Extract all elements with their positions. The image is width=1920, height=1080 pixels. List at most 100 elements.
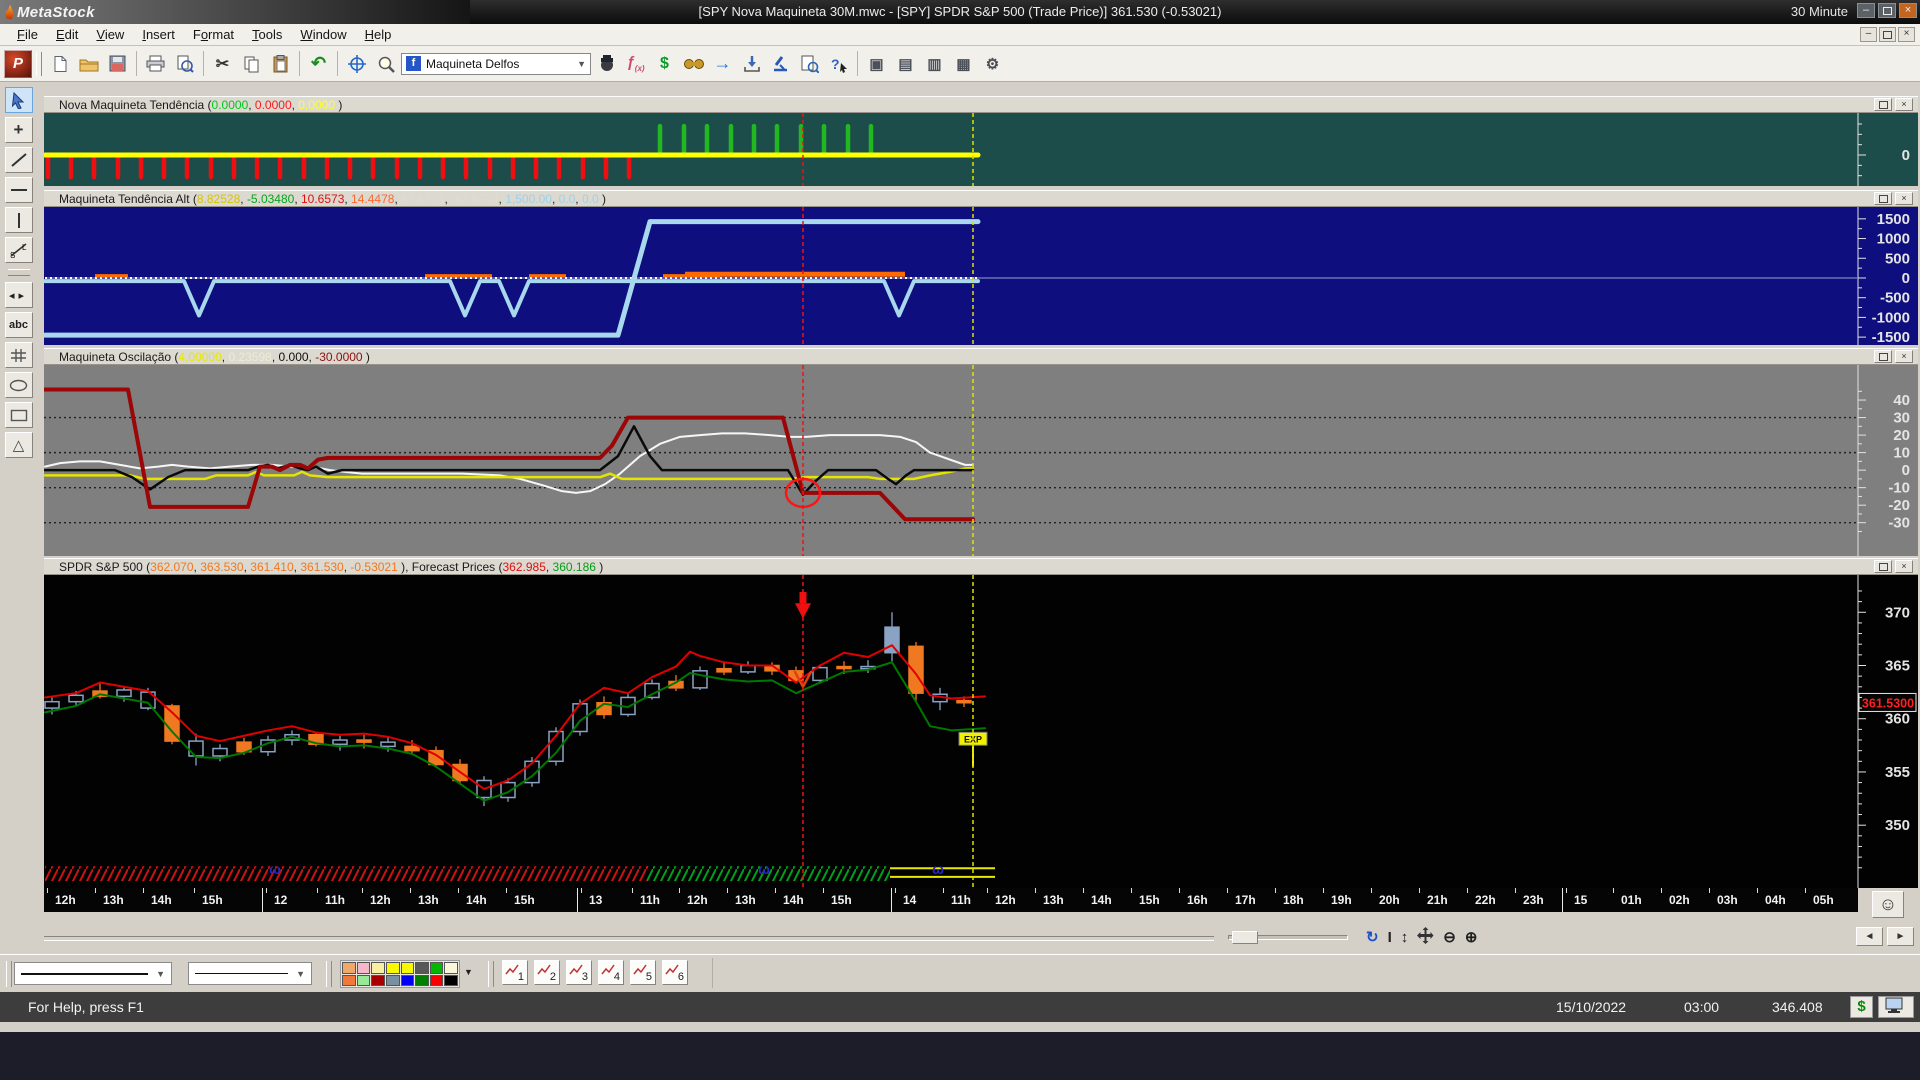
semilog-line-tool[interactable]: SL — [5, 237, 33, 263]
p3-plot[interactable]: 403020100-10-20-30 — [44, 365, 1918, 556]
panel-close-button[interactable]: × — [1895, 98, 1913, 111]
refresh-icon[interactable]: ↻ — [1366, 928, 1379, 946]
toolbar-grip[interactable] — [6, 961, 12, 987]
panel-close-button[interactable]: × — [1895, 192, 1913, 205]
oscillator-chart[interactable]: 403020100-10-20-30 — [44, 365, 1918, 556]
mdi-minimize-button[interactable]: – — [1860, 27, 1877, 42]
pointer-tool[interactable] — [5, 87, 33, 113]
cut-button[interactable]: ✂ — [209, 50, 236, 77]
rectangle-tool[interactable] — [5, 402, 33, 428]
downloader-button[interactable] — [738, 50, 765, 77]
zoom-slider-thumb[interactable] — [1232, 931, 1258, 944]
expert-advisor-button[interactable] — [593, 50, 620, 77]
crosshair-tool[interactable]: + — [5, 117, 33, 143]
panel-close-button[interactable]: × — [1895, 350, 1913, 363]
crosshair-target-button[interactable] — [343, 50, 370, 77]
mdi-close-button[interactable]: × — [1898, 27, 1915, 42]
menu-view[interactable]: View — [87, 25, 133, 44]
trend-alt-indicator-chart[interactable]: 150010005000-500-1000-1500 — [44, 207, 1918, 345]
palette-dropdown-icon[interactable]: ▼ — [464, 967, 473, 977]
panel-close-button[interactable]: × — [1895, 560, 1913, 573]
window-cascade-button[interactable]: ▣ — [863, 50, 890, 77]
trend-indicator-chart[interactable]: 0 — [44, 113, 1918, 186]
chart-view-button-3[interactable]: 3 — [566, 960, 592, 985]
p4-plot[interactable]: ωωωEXP361.5300370365360355350 — [44, 575, 1918, 888]
panel-restore-button[interactable] — [1874, 350, 1892, 363]
color-swatch-5[interactable] — [415, 962, 429, 974]
menu-tools[interactable]: Tools — [243, 25, 291, 44]
close-button[interactable]: × — [1899, 3, 1917, 18]
color-swatch-4[interactable] — [401, 962, 415, 974]
zoom-in-icon[interactable]: ⊕ — [1465, 928, 1478, 946]
help-pointer-button[interactable]: ? — [825, 50, 852, 77]
panel-restore-button[interactable] — [1874, 560, 1892, 573]
color-swatch-14[interactable] — [430, 975, 444, 987]
horizontal-line-tool[interactable] — [5, 177, 33, 203]
vertical-scale-icon[interactable]: ↕ — [1401, 929, 1409, 946]
restore-button[interactable] — [1878, 3, 1896, 18]
line-weight-select[interactable]: ▼ — [188, 962, 312, 985]
explorer-binoculars-button[interactable] — [680, 50, 707, 77]
pan-icon[interactable] — [1417, 927, 1434, 948]
trendline-tool[interactable] — [5, 147, 33, 173]
color-swatch-7[interactable] — [444, 962, 458, 974]
system-tester-button[interactable]: $ — [651, 50, 678, 77]
price-candlestick-chart[interactable]: ωωωEXP361.5300370365360355350 — [44, 575, 1918, 888]
toolbar-grip[interactable] — [36, 52, 42, 76]
save-file-button[interactable] — [104, 50, 131, 77]
color-swatch-8[interactable] — [342, 975, 356, 987]
monitor-button[interactable] — [1878, 996, 1914, 1018]
ibeam-icon[interactable]: I — [1388, 929, 1392, 946]
window-tile-button[interactable]: ▤ — [892, 50, 919, 77]
color-swatch-13[interactable] — [415, 975, 429, 987]
color-swatch-0[interactable] — [342, 962, 356, 974]
p2-plot[interactable]: 150010005000-500-1000-1500 — [44, 207, 1918, 345]
toolbar-grip[interactable] — [8, 269, 30, 276]
chart-view-button-2[interactable]: 2 — [534, 960, 560, 985]
toolbar-grip[interactable] — [326, 961, 332, 987]
currency-button[interactable]: $ — [1850, 996, 1873, 1018]
chart-view-button-4[interactable]: 4 — [598, 960, 624, 985]
undo-button[interactable]: ↶ — [305, 50, 332, 77]
options-gear-button[interactable]: ⚙ — [979, 50, 1006, 77]
open-file-button[interactable] — [75, 50, 102, 77]
color-swatch-12[interactable] — [401, 975, 415, 987]
scroll-right-button[interactable]: ► — [1887, 927, 1914, 946]
toolbar-grip[interactable] — [488, 961, 494, 987]
color-swatch-10[interactable] — [371, 975, 385, 987]
indicator-builder-button[interactable]: ƒ(x) — [622, 50, 649, 77]
color-swatch-3[interactable] — [386, 962, 400, 974]
p-logo-icon[interactable]: P — [4, 50, 32, 78]
mdi-restore-button[interactable] — [1879, 27, 1896, 42]
print-preview-button[interactable] — [171, 50, 198, 77]
panel-restore-button[interactable] — [1874, 98, 1892, 111]
ellipse-tool[interactable] — [5, 372, 33, 398]
smiley-button[interactable]: ☺ — [1872, 891, 1904, 918]
scroll-arrows[interactable]: ◂▸ — [5, 282, 33, 308]
text-tool[interactable]: abc — [5, 312, 33, 338]
line-style-select[interactable]: ▼ — [14, 962, 172, 985]
forecast-arrow-button[interactable]: → — [709, 50, 736, 77]
menu-file[interactable]: File — [8, 25, 47, 44]
panel-restore-button[interactable] — [1874, 192, 1892, 205]
zoom-tool-button[interactable] — [372, 50, 399, 77]
triangle-tool[interactable]: △ — [5, 432, 33, 458]
print-button[interactable] — [142, 50, 169, 77]
p1-plot[interactable]: 0 — [44, 113, 1918, 186]
color-swatch-6[interactable] — [430, 962, 444, 974]
zoom-out-icon[interactable]: ⊖ — [1443, 928, 1456, 946]
chart-view-button-1[interactable]: 1 — [502, 960, 528, 985]
menu-window[interactable]: Window — [291, 25, 355, 44]
scroll-left-button[interactable]: ◄ — [1856, 927, 1883, 946]
menu-help[interactable]: Help — [356, 25, 401, 44]
menu-format[interactable]: Format — [184, 25, 243, 44]
expert-microscope-button[interactable] — [767, 50, 794, 77]
minimize-button[interactable]: – — [1857, 3, 1875, 18]
color-swatch-2[interactable] — [371, 962, 385, 974]
chart-view-button-5[interactable]: 5 — [630, 960, 656, 985]
new-file-button[interactable] — [46, 50, 73, 77]
color-swatch-15[interactable] — [444, 975, 458, 987]
menu-insert[interactable]: Insert — [133, 25, 184, 44]
color-swatch-1[interactable] — [357, 962, 371, 974]
paste-button[interactable] — [267, 50, 294, 77]
